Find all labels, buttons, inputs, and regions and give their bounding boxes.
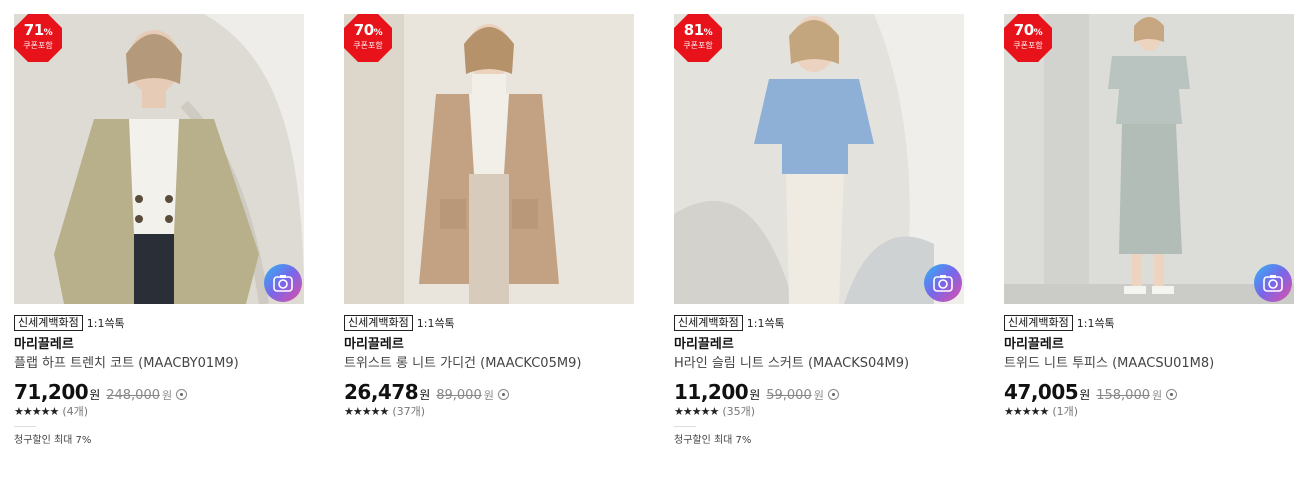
- chat-link[interactable]: 1:1쓱톡: [87, 315, 125, 331]
- rating-stars: ★★★★★: [14, 404, 59, 418]
- review-count[interactable]: (4개): [62, 403, 88, 419]
- review-count[interactable]: (37개): [392, 403, 425, 419]
- price-info-icon[interactable]: [1166, 389, 1178, 400]
- product-image[interactable]: 71% 쿠폰포함: [14, 14, 304, 304]
- sale-price: 11,200: [674, 380, 749, 404]
- original-price-unit: 원: [1152, 389, 1163, 402]
- store-tag: 신세계백화점: [674, 315, 743, 331]
- discount-percent: 81: [683, 21, 704, 39]
- review-count[interactable]: (1개): [1052, 403, 1078, 419]
- product-grid: 71% 쿠폰포함 신세계백화점 1:1쓱톡 마리끌레르 플랩 하프 트렌치 코트…: [0, 0, 1304, 482]
- price-unit: 원: [1079, 388, 1091, 402]
- product-card[interactable]: 70% 쿠폰포함 신세계백화점 1:1쓱톡 마리끌레르 트위드 니트 투피스 (…: [1004, 14, 1294, 418]
- rating-stars: ★★★★★: [1004, 404, 1049, 418]
- discount-badge: 70% 쿠폰포함: [344, 14, 392, 62]
- product-card[interactable]: 71% 쿠폰포함 신세계백화점 1:1쓱톡 마리끌레르 플랩 하프 트렌치 코트…: [14, 14, 304, 446]
- price-unit: 원: [89, 388, 101, 402]
- price-unit: 원: [419, 388, 431, 402]
- discount-unit: %: [43, 28, 53, 38]
- coupon-label: 쿠폰포함: [1013, 41, 1043, 50]
- discount-unit: %: [373, 28, 383, 38]
- original-price: 158,000: [1096, 388, 1150, 403]
- coupon-label: 쿠폰포함: [353, 41, 383, 50]
- original-price: 248,000: [106, 388, 160, 403]
- rating-stars: ★★★★★: [674, 404, 719, 418]
- original-price: 89,000: [436, 388, 482, 403]
- price-info-icon[interactable]: [497, 389, 509, 400]
- price-unit: 원: [749, 388, 761, 402]
- sale-price: 71,200: [14, 380, 89, 404]
- product-name[interactable]: 플랩 하프 트렌치 코트 (MAACBY01M9): [14, 355, 304, 372]
- rating-stars: ★★★★★: [344, 404, 389, 418]
- store-tag: 신세계백화점: [1004, 315, 1073, 331]
- benefit-text: 청구할인 최대 7%: [14, 435, 92, 446]
- original-price-unit: 원: [813, 389, 824, 402]
- price-info-icon[interactable]: [827, 389, 839, 400]
- benefit-text: 청구할인 최대 7%: [674, 435, 752, 446]
- discount-percent: 70: [1013, 21, 1034, 39]
- chat-link[interactable]: 1:1쓱톡: [747, 315, 785, 331]
- product-image[interactable]: 81% 쿠폰포함: [674, 14, 964, 304]
- discount-badge: 71% 쿠폰포함: [14, 14, 62, 62]
- coupon-label: 쿠폰포함: [683, 41, 713, 50]
- chat-link[interactable]: 1:1쓱톡: [1077, 315, 1115, 331]
- brand-name[interactable]: 마리끌레르: [14, 337, 304, 353]
- brand-name[interactable]: 마리끌레르: [344, 337, 634, 353]
- divider: [674, 426, 696, 427]
- original-price-unit: 원: [483, 389, 494, 402]
- product-image[interactable]: 70% 쿠폰포함: [344, 14, 634, 304]
- product-name[interactable]: H라인 슬림 니트 스커트 (MAACKS04M9): [674, 355, 964, 372]
- discount-badge: 70% 쿠폰포함: [1004, 14, 1052, 62]
- brand-name[interactable]: 마리끌레르: [1004, 337, 1294, 353]
- discount-percent: 71: [23, 21, 44, 39]
- price-info-icon[interactable]: [176, 389, 188, 400]
- product-image[interactable]: 70% 쿠폰포함: [1004, 14, 1294, 304]
- product-name[interactable]: 트위스트 롱 니트 가디건 (MAACKC05M9): [344, 355, 634, 372]
- camera-icon[interactable]: [1254, 264, 1292, 302]
- sale-price: 26,478: [344, 380, 419, 404]
- store-tag: 신세계백화점: [14, 315, 83, 331]
- discount-percent: 70: [353, 21, 374, 39]
- discount-unit: %: [1033, 28, 1043, 38]
- product-card[interactable]: 81% 쿠폰포함 신세계백화점 1:1쓱톡 마리끌레르 H라인 슬림 니트 스커…: [674, 14, 964, 446]
- discount-unit: %: [703, 28, 713, 38]
- product-card[interactable]: 70% 쿠폰포함 신세계백화점 1:1쓱톡 마리끌레르 트위스트 롱 니트 가디…: [344, 14, 634, 418]
- discount-badge: 81% 쿠폰포함: [674, 14, 722, 62]
- camera-icon[interactable]: [924, 264, 962, 302]
- original-price: 59,000: [766, 388, 812, 403]
- camera-icon[interactable]: [264, 264, 302, 302]
- sale-price: 47,005: [1004, 380, 1079, 404]
- brand-name[interactable]: 마리끌레르: [674, 337, 964, 353]
- store-tag: 신세계백화점: [344, 315, 413, 331]
- original-price-unit: 원: [162, 389, 173, 402]
- coupon-label: 쿠폰포함: [23, 41, 53, 50]
- product-name[interactable]: 트위드 니트 투피스 (MAACSU01M8): [1004, 355, 1294, 372]
- review-count[interactable]: (35개): [722, 403, 755, 419]
- chat-link[interactable]: 1:1쓱톡: [417, 315, 455, 331]
- divider: [14, 426, 36, 427]
